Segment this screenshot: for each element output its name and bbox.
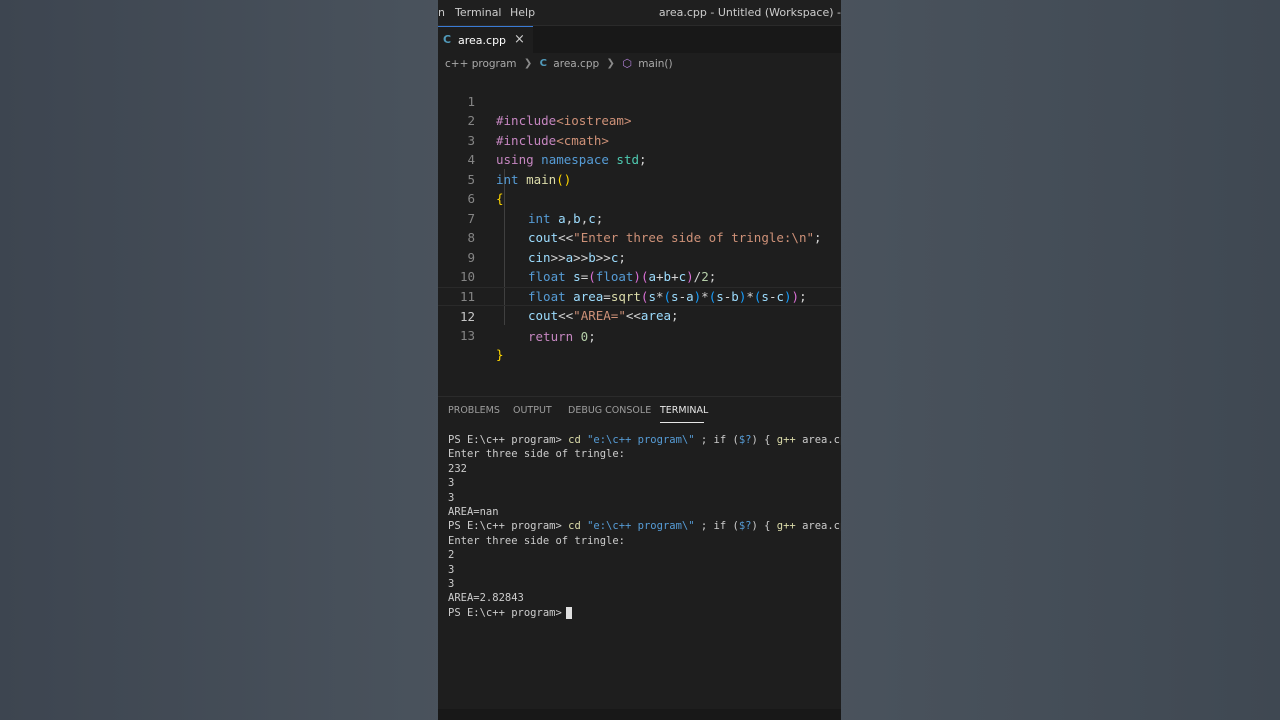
menu-item-terminal[interactable]: Terminal bbox=[455, 6, 502, 19]
code-line[interactable]: 7 cout<<"Enter three side of tringle:\n"… bbox=[438, 189, 841, 246]
prompt: PS E:\c++ program> bbox=[448, 434, 562, 446]
tab-output[interactable]: OUTPUT bbox=[513, 405, 552, 416]
code-line[interactable]: 1 #include<iostream> bbox=[438, 72, 841, 129]
terminal-command: ; if ( bbox=[694, 434, 739, 446]
terminal-line: 2 bbox=[448, 549, 455, 562]
terminal-command: $? bbox=[738, 434, 752, 446]
terminal-line: PS E:\c++ program> cd "e:\c++ program\" … bbox=[448, 433, 841, 447]
panel-footer bbox=[438, 709, 841, 720]
terminal-command: g++ bbox=[776, 520, 796, 533]
breadcrumb-file[interactable]: area.cpp bbox=[553, 58, 599, 70]
code-line[interactable]: 4 int main() bbox=[438, 131, 841, 187]
terminal-line: AREA=2.82843 bbox=[448, 592, 524, 605]
code-line[interactable]: 10 float area=sqrt(s*(s-a)*(s-b)*(s-c)); bbox=[438, 248, 841, 304]
token: 0 bbox=[573, 328, 589, 344]
tab-debug-console[interactable]: DEBUG CONSOLE bbox=[568, 405, 651, 416]
code-line[interactable]: 5 { bbox=[438, 150, 841, 207]
prompt: PS E:\c++ program> bbox=[448, 520, 562, 533]
editor-tab-bar: C area.cpp × bbox=[438, 26, 841, 53]
terminal-command: cd bbox=[561, 434, 581, 446]
terminal-line: Enter three side of tringle: bbox=[448, 534, 626, 547]
prompt: PS E:\c++ program> bbox=[448, 606, 562, 619]
tab-terminal[interactable]: TERMINAL bbox=[660, 405, 708, 416]
menu-item-help[interactable]: Help bbox=[510, 6, 535, 19]
cpp-file-icon: C bbox=[539, 58, 547, 69]
tab-label: area.cpp bbox=[458, 34, 507, 47]
cpp-file-icon: C bbox=[443, 33, 452, 46]
code-line-current[interactable]: 12 return 0; bbox=[438, 286, 841, 344]
code-editor[interactable]: 1 #include<iostream> 2 #include<cmath> 3… bbox=[438, 72, 841, 394]
line-number: 13 bbox=[459, 327, 475, 343]
terminal-command: "e:\c++ program\" bbox=[580, 520, 695, 533]
code-line[interactable]: 6 int a,b,c; bbox=[438, 170, 841, 226]
breadcrumb-symbol[interactable]: main() bbox=[638, 58, 672, 70]
terminal-line: PS E:\c++ program> cd "e:\c++ program\" … bbox=[448, 519, 841, 533]
terminal-command: $? bbox=[738, 520, 752, 533]
close-icon[interactable]: × bbox=[514, 32, 525, 47]
bottom-panel: PROBLEMS OUTPUT DEBUG CONSOLE TERMINAL P… bbox=[438, 396, 841, 720]
tab-area-cpp[interactable]: C area.cpp × bbox=[438, 26, 533, 53]
code-line[interactable]: 3 using namespace std; bbox=[438, 111, 841, 168]
terminal-line: AREA=nan bbox=[448, 505, 499, 518]
menu-item-run[interactable]: n bbox=[438, 6, 445, 19]
terminal-line: 3 bbox=[448, 491, 455, 504]
terminal-line: 3 bbox=[448, 477, 455, 490]
method-cube-icon: ⬡ bbox=[622, 57, 632, 70]
active-tab-indicator bbox=[660, 422, 704, 423]
terminal-line: PS E:\c++ program> bbox=[448, 606, 841, 620]
vscode-window: n Terminal Help area.cpp - Untitled (Wor… bbox=[438, 0, 841, 720]
terminal-command: "e:\c++ program\" bbox=[580, 434, 695, 446]
title-bar: n Terminal Help area.cpp - Untitled (Wor… bbox=[438, 0, 841, 26]
terminal-line: 3 bbox=[448, 563, 455, 576]
window-title: area.cpp - Untitled (Workspace) - bbox=[658, 6, 841, 19]
breadcrumb-folder[interactable]: c++ program bbox=[445, 58, 517, 70]
token: } bbox=[496, 347, 504, 362]
terminal-command: area.cpp -o bbox=[802, 520, 841, 533]
code-line[interactable]: 8 cin>>a>>b>>c; bbox=[438, 209, 841, 265]
terminal-command: area.cpp -o bbox=[802, 434, 841, 446]
terminal-command: cd bbox=[561, 520, 581, 533]
code-line[interactable]: 13 } bbox=[438, 306, 841, 363]
terminal-command: ) { bbox=[751, 434, 777, 446]
token: return bbox=[528, 328, 574, 344]
code-line[interactable]: 11 cout<<"AREA="<<area; bbox=[438, 267, 841, 324]
terminal-cursor bbox=[565, 606, 572, 619]
chevron-right-icon: ❯ bbox=[523, 58, 533, 69]
token: ; bbox=[588, 328, 596, 344]
code-line[interactable]: 2 #include<cmath> bbox=[438, 92, 841, 148]
terminal-command: ; if ( bbox=[694, 520, 739, 533]
terminal-line: 3 bbox=[448, 577, 455, 590]
terminal-command: g++ bbox=[776, 434, 796, 446]
code-line[interactable]: 9 float s=(float)(a+b+c)/2; bbox=[438, 228, 841, 285]
terminal[interactable]: PS E:\c++ program> cd "e:\c++ program\" … bbox=[448, 433, 841, 620]
terminal-line: Enter three side of tringle: bbox=[448, 448, 626, 461]
breadcrumb: c++ program ❯ C area.cpp ❯ ⬡ main() bbox=[445, 57, 673, 70]
terminal-command: ) { bbox=[751, 520, 777, 533]
terminal-line: 232 bbox=[448, 462, 467, 475]
tab-problems[interactable]: PROBLEMS bbox=[448, 405, 500, 416]
chevron-right-icon: ❯ bbox=[606, 58, 615, 69]
